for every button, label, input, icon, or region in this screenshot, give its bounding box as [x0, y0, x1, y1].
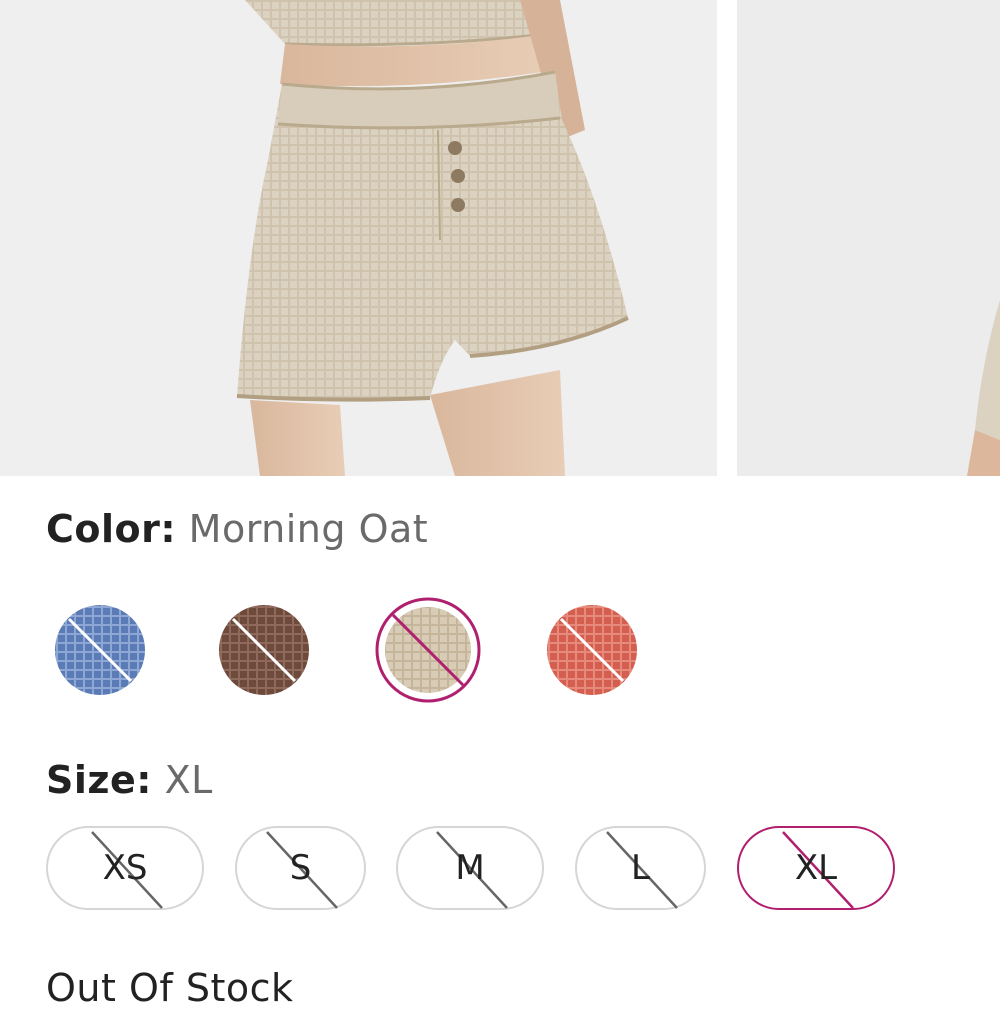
- secondary-product-photo[interactable]: [737, 0, 1000, 476]
- size-option-label: XS: [102, 848, 148, 888]
- swatch-brown[interactable]: [211, 597, 317, 703]
- color-label: Color: Morning Oat: [46, 507, 428, 551]
- size-option-xs[interactable]: XS: [46, 826, 204, 910]
- size-label-key: Size:: [46, 758, 152, 802]
- size-option-label: M: [455, 848, 485, 888]
- size-option-label: S: [289, 848, 312, 888]
- size-option-label: XL: [794, 848, 838, 888]
- size-option-label: L: [631, 848, 650, 888]
- size-option-xl[interactable]: XL: [737, 826, 895, 910]
- size-option-s[interactable]: S: [235, 826, 366, 910]
- swatch-blue[interactable]: [47, 597, 153, 703]
- main-product-photo[interactable]: [0, 0, 717, 476]
- color-selected-value: Morning Oat: [188, 507, 429, 551]
- size-option-m[interactable]: M: [396, 826, 544, 910]
- size-option-l[interactable]: L: [575, 826, 706, 910]
- size-selected-value: XL: [164, 758, 213, 802]
- swatch-coral[interactable]: [539, 597, 645, 703]
- color-label-key: Color:: [46, 507, 177, 551]
- swatch-morning-oat[interactable]: [375, 597, 481, 703]
- size-label: Size: XL: [46, 758, 213, 802]
- stock-status: Out Of Stock: [46, 966, 294, 1010]
- product-gallery: [0, 0, 1000, 476]
